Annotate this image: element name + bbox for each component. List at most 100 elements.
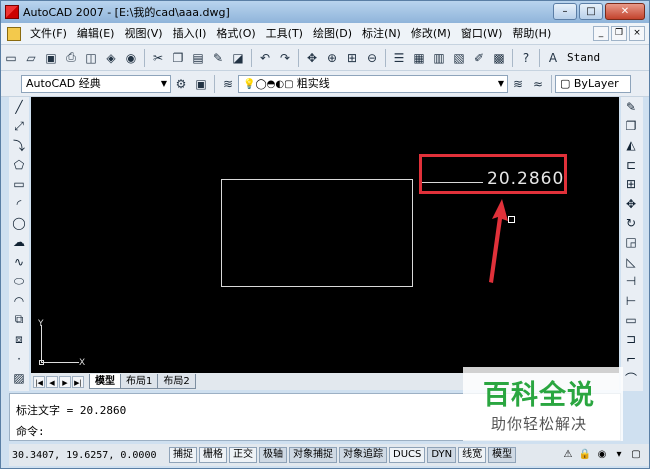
document-icon[interactable] <box>7 26 21 41</box>
tab-layout2[interactable]: 布局2 <box>157 374 196 389</box>
toggle-snap[interactable]: 捕捉 <box>169 447 197 463</box>
first-tab-icon[interactable]: |◀ <box>33 375 45 388</box>
arc-icon[interactable]: ◜ <box>9 194 29 213</box>
toggle-lineweight[interactable]: 线宽 <box>458 447 487 463</box>
markup-icon[interactable]: ✐ <box>471 50 487 66</box>
menu-window[interactable]: 窗口(W) <box>456 23 507 45</box>
layer-combo[interactable]: 💡◯◓◐▢ 粗实线 ▼ <box>238 74 508 93</box>
array-icon[interactable]: ⊞ <box>621 175 641 194</box>
join-icon[interactable]: ⊐ <box>621 330 641 349</box>
next-tab-icon[interactable]: ▶ <box>59 375 71 388</box>
stretch-icon[interactable]: ◺ <box>621 252 641 271</box>
sheet-set-icon[interactable]: ▧ <box>451 50 467 66</box>
publish-web-icon[interactable]: ◉ <box>123 50 139 66</box>
mirror-icon[interactable]: ◭ <box>621 136 641 155</box>
doc-minimize-button[interactable]: _ <box>593 26 609 41</box>
pan-icon[interactable]: ✥ <box>304 50 320 66</box>
menu-help[interactable]: 帮助(H) <box>507 23 556 45</box>
zoom-previous-icon[interactable]: ⊖ <box>364 50 380 66</box>
publish-icon[interactable]: ◈ <box>103 50 119 66</box>
menu-edit[interactable]: 编辑(E) <box>72 23 120 45</box>
redo-icon[interactable]: ↷ <box>277 50 293 66</box>
move-icon[interactable]: ✥ <box>621 194 641 213</box>
offset-icon[interactable]: ⊏ <box>621 155 641 174</box>
minimize-button[interactable]: – <box>553 3 577 20</box>
layer-manager-icon[interactable]: ≋ <box>220 76 236 92</box>
revision-cloud-icon[interactable]: ☁ <box>9 233 29 252</box>
break-icon[interactable]: ▭ <box>621 310 641 329</box>
toggle-dyn[interactable]: DYN <box>427 447 457 463</box>
hatch-icon[interactable]: ▨ <box>9 368 29 387</box>
layer-previous-icon[interactable]: ≈ <box>530 76 546 92</box>
circle-icon[interactable]: ◯ <box>9 213 29 232</box>
clean-screen-icon[interactable]: ▢ <box>629 448 643 462</box>
properties-icon[interactable]: ☰ <box>391 50 407 66</box>
prev-tab-icon[interactable]: ◀ <box>46 375 58 388</box>
toggle-polar[interactable]: 极轴 <box>259 447 287 463</box>
workspace-settings-icon[interactable]: ⚙ <box>173 76 189 92</box>
menu-draw[interactable]: 绘图(D) <box>308 23 357 45</box>
line-icon[interactable]: ╱ <box>9 97 29 116</box>
toggle-model[interactable]: 模型 <box>488 447 517 463</box>
tab-layout1[interactable]: 布局1 <box>120 374 159 389</box>
make-block-icon[interactable]: ⧈ <box>9 330 29 349</box>
maximize-button[interactable]: □ <box>579 3 603 20</box>
open-file-icon[interactable]: ▱ <box>23 50 39 66</box>
menu-modify[interactable]: 修改(M) <box>406 23 456 45</box>
doc-restore-button[interactable]: ❐ <box>611 26 627 41</box>
command-prompt[interactable]: 命令: <box>10 423 45 440</box>
undo-icon[interactable]: ↶ <box>257 50 273 66</box>
workspace-combo[interactable]: AutoCAD 经典 ▼ <box>21 74 171 93</box>
fillet-icon[interactable]: ⌒ <box>621 368 641 387</box>
text-style-combo[interactable]: Stand <box>567 51 600 64</box>
construction-line-icon[interactable]: ⤢ <box>9 116 29 135</box>
paste-icon[interactable]: ▤ <box>190 50 206 66</box>
toggle-grid[interactable]: 栅格 <box>199 447 227 463</box>
text-style-icon[interactable]: A <box>545 50 561 66</box>
drawing-area[interactable]: 20.2860 Y X <box>31 97 619 373</box>
ellipse-arc-icon[interactable]: ◠ <box>9 291 29 310</box>
last-tab-icon[interactable]: ▶| <box>72 375 84 388</box>
chevron-down-icon[interactable]: ▾ <box>612 448 626 462</box>
zoom-realtime-icon[interactable]: ⊕ <box>324 50 340 66</box>
menu-dimension[interactable]: 标注(N) <box>357 23 406 45</box>
block-editor-icon[interactable]: ◪ <box>230 50 246 66</box>
save-workspace-icon[interactable]: ▣ <box>193 76 209 92</box>
erase-icon[interactable]: ✎ <box>621 97 641 116</box>
toggle-osnap[interactable]: 对象捕捉 <box>289 447 337 463</box>
copy-object-icon[interactable]: ❐ <box>621 116 641 135</box>
insert-block-icon[interactable]: ⧉ <box>9 310 29 329</box>
save-icon[interactable]: ▣ <box>43 50 59 66</box>
print-icon[interactable]: ⎙ <box>63 50 79 66</box>
communication-icon[interactable]: ◉ <box>595 448 609 462</box>
menu-tools[interactable]: 工具(T) <box>261 23 308 45</box>
doc-close-button[interactable]: × <box>629 26 645 41</box>
polygon-icon[interactable]: ⬠ <box>9 155 29 174</box>
polyline-icon[interactable]: ⤵ <box>9 136 29 155</box>
zoom-window-icon[interactable]: ⊞ <box>344 50 360 66</box>
point-icon[interactable]: · <box>9 349 29 368</box>
menu-format[interactable]: 格式(O) <box>211 23 260 45</box>
calculator-icon[interactable]: ▩ <box>491 50 507 66</box>
cut-icon[interactable]: ✂ <box>150 50 166 66</box>
make-current-layer-icon[interactable]: ≋ <box>510 76 526 92</box>
title-bar[interactable]: AutoCAD 2007 - [E:\我的cad\aaa.dwg] – □ ✕ <box>1 1 649 23</box>
ellipse-icon[interactable]: ⬭ <box>9 272 29 291</box>
trim-icon[interactable]: ⊣ <box>621 272 641 291</box>
grip-point[interactable] <box>508 216 515 223</box>
help-icon[interactable]: ? <box>518 50 534 66</box>
toggle-ducs[interactable]: DUCS <box>389 447 426 463</box>
new-file-icon[interactable]: ▭ <box>3 50 19 66</box>
menu-insert[interactable]: 插入(I) <box>168 23 212 45</box>
tool-palettes-icon[interactable]: ▥ <box>431 50 447 66</box>
copy-icon[interactable]: ❐ <box>170 50 186 66</box>
tab-model[interactable]: 模型 <box>89 374 121 389</box>
lock-icon[interactable]: 🔒 <box>578 448 592 462</box>
scale-icon[interactable]: ◲ <box>621 233 641 252</box>
match-properties-icon[interactable]: ✎ <box>210 50 226 66</box>
rectangle-icon[interactable]: ▭ <box>9 175 29 194</box>
menu-file[interactable]: 文件(F) <box>25 23 72 45</box>
menu-view[interactable]: 视图(V) <box>119 23 167 45</box>
drawn-rectangle[interactable] <box>221 179 413 287</box>
design-center-icon[interactable]: ▦ <box>411 50 427 66</box>
